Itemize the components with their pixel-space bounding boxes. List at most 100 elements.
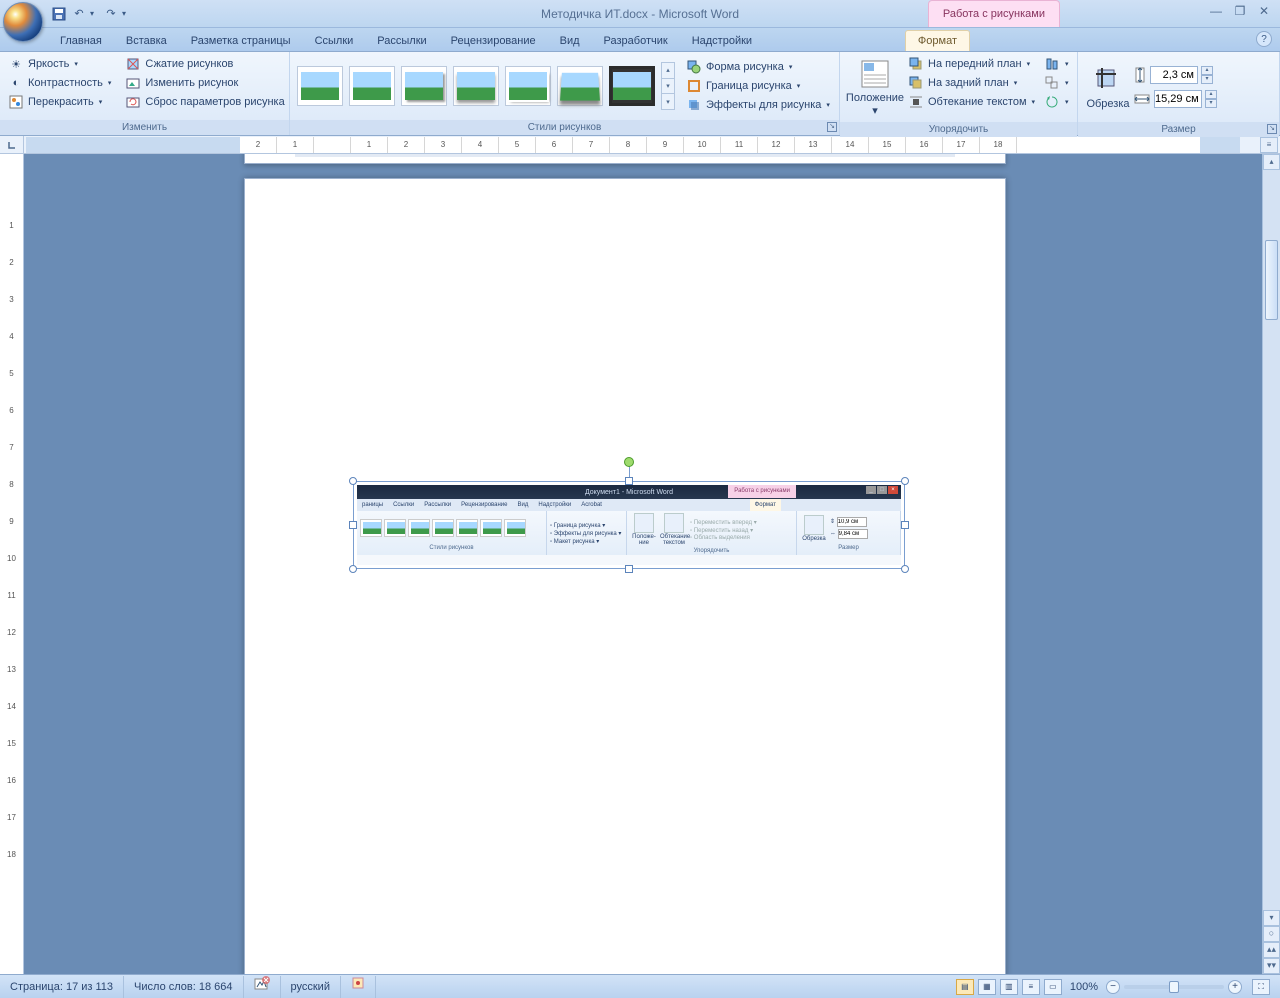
undo-dropdown-icon[interactable]: ▾ — [90, 9, 100, 18]
change-picture-button[interactable]: Изменить рисунок — [122, 74, 287, 92]
width-input[interactable] — [1154, 90, 1202, 108]
horizontal-ruler[interactable]: 21123456789101112131415161718 — [26, 137, 1240, 153]
launcher-icon[interactable]: ↘ — [827, 122, 837, 132]
office-button[interactable] — [3, 2, 43, 42]
tab-references[interactable]: Ссылки — [303, 31, 366, 51]
resize-handle-e[interactable] — [901, 521, 909, 529]
tab-format[interactable]: Формат — [905, 30, 970, 51]
reset-picture-button[interactable]: Сброс параметров рисунка — [122, 93, 287, 111]
position-button[interactable]: Положение▾ — [845, 55, 905, 119]
previous-page-edge — [244, 154, 1006, 164]
zoom-out-button[interactable]: − — [1106, 980, 1120, 994]
minimize-icon[interactable]: — — [1208, 4, 1224, 18]
tab-mailings[interactable]: Рассылки — [365, 31, 438, 51]
height-field[interactable]: ▴▾ — [1133, 66, 1217, 84]
brightness-button[interactable]: ☀Яркость▾ — [5, 55, 114, 73]
picture-effects-button[interactable]: Эффекты для рисунка▾ — [683, 96, 833, 114]
status-page[interactable]: Страница: 17 из 113 — [0, 976, 124, 998]
recolor-button[interactable]: Перекрасить▾ — [5, 93, 114, 111]
picture-border-button[interactable]: Граница рисунка▾ — [683, 77, 833, 95]
align-button[interactable]: ▾ — [1041, 55, 1072, 73]
ruler-toggle-icon[interactable]: ≡ — [1260, 137, 1278, 153]
qat-customize-icon[interactable]: ▾ — [122, 9, 132, 18]
tab-selector[interactable] — [0, 136, 24, 154]
send-back-icon — [908, 75, 924, 91]
scroll-down-icon[interactable]: ▾ — [1263, 910, 1280, 926]
style-thumb[interactable] — [297, 66, 343, 106]
selected-picture[interactable]: Документ1 - Microsoft Word Работа с рису… — [353, 481, 905, 569]
width-field[interactable]: ▴▾ — [1133, 90, 1217, 108]
rotate-button[interactable]: ▾ — [1041, 93, 1072, 111]
view-draft[interactable]: ▭ — [1044, 979, 1062, 995]
tab-view[interactable]: Вид — [548, 31, 592, 51]
scroll-track[interactable] — [1263, 170, 1280, 910]
status-proofing[interactable] — [244, 976, 281, 998]
scroll-up-icon[interactable]: ▴ — [1263, 154, 1280, 170]
gallery-up-icon[interactable]: ▴ — [662, 63, 674, 79]
status-words[interactable]: Число слов: 18 664 — [124, 976, 243, 998]
style-thumb[interactable] — [557, 66, 603, 106]
crop-button[interactable]: Обрезка — [1083, 55, 1133, 119]
styles-gallery[interactable]: ▴▾▾ — [295, 58, 677, 114]
rotation-handle[interactable] — [624, 457, 634, 467]
resize-handle-se[interactable] — [901, 565, 909, 573]
gallery-more-icon[interactable]: ▾ — [662, 94, 674, 109]
resize-handle-sw[interactable] — [349, 565, 357, 573]
next-page-icon[interactable]: ▾▾ — [1263, 958, 1280, 974]
group-button[interactable]: ▾ — [1041, 74, 1072, 92]
redo-icon[interactable]: ↷ — [102, 5, 120, 23]
tab-pagelayout[interactable]: Разметка страницы — [179, 31, 303, 51]
status-macro[interactable] — [341, 976, 376, 998]
gallery-scroll[interactable]: ▴▾▾ — [661, 62, 675, 110]
style-thumb[interactable] — [401, 66, 447, 106]
tab-addins[interactable]: Надстройки — [680, 31, 764, 51]
resize-handle-w[interactable] — [349, 521, 357, 529]
position-icon — [859, 58, 891, 90]
tab-home[interactable]: Главная — [48, 31, 114, 51]
vertical-scrollbar[interactable]: ▴ ▾ ○ ▴▴ ▾▾ — [1262, 154, 1280, 974]
zoom-fit-button[interactable]: ⛶ — [1252, 979, 1270, 995]
style-thumb[interactable] — [453, 66, 499, 106]
prev-page-icon[interactable]: ▴▴ — [1263, 942, 1280, 958]
resize-handle-ne[interactable] — [901, 477, 909, 485]
send-back-button[interactable]: На задний план▾ — [905, 74, 1038, 92]
document-viewport[interactable]: Документ1 - Microsoft Word Работа с рису… — [24, 154, 1280, 974]
view-outline[interactable]: ≡ — [1022, 979, 1040, 995]
compress-button[interactable]: Сжатие рисунков — [122, 55, 287, 73]
zoom-level[interactable]: 100% — [1070, 981, 1098, 993]
height-input[interactable] — [1150, 66, 1198, 84]
text-wrap-button[interactable]: Обтекание текстом▾ — [905, 93, 1038, 111]
resize-handle-s[interactable] — [625, 565, 633, 573]
status-language[interactable]: русский — [281, 976, 341, 998]
launcher-icon[interactable]: ↘ — [1267, 124, 1277, 134]
style-thumb[interactable] — [349, 66, 395, 106]
resize-handle-nw[interactable] — [349, 477, 357, 485]
resize-handle-n[interactable] — [625, 477, 633, 485]
help-icon[interactable]: ? — [1256, 31, 1272, 47]
save-icon[interactable] — [50, 5, 68, 23]
close-icon[interactable]: ✕ — [1256, 4, 1272, 18]
tab-insert[interactable]: Вставка — [114, 31, 179, 51]
undo-icon[interactable]: ↶ — [70, 5, 88, 23]
scroll-thumb[interactable] — [1265, 240, 1278, 320]
width-spinner[interactable]: ▴▾ — [1205, 90, 1217, 108]
bring-front-button[interactable]: На передний план▾ — [905, 55, 1038, 73]
view-full-screen[interactable]: ▦ — [978, 979, 996, 995]
view-web-layout[interactable]: ▥ — [1000, 979, 1018, 995]
tab-review[interactable]: Рецензирование — [439, 31, 548, 51]
gallery-down-icon[interactable]: ▾ — [662, 79, 674, 95]
tab-developer[interactable]: Разработчик — [592, 31, 680, 51]
zoom-in-button[interactable]: + — [1228, 980, 1242, 994]
browse-object-icon[interactable]: ○ — [1263, 926, 1280, 942]
contrast-button[interactable]: ◐Контрастность▾ — [5, 74, 114, 92]
picture-shape-button[interactable]: Форма рисунка▾ — [683, 58, 833, 76]
zoom-slider-thumb[interactable] — [1169, 981, 1179, 993]
vertical-ruler[interactable]: 123456789101112131415161718 — [0, 154, 24, 974]
style-thumb[interactable] — [505, 66, 551, 106]
view-print-layout[interactable]: ▤ — [956, 979, 974, 995]
page[interactable]: Документ1 - Microsoft Word Работа с рису… — [244, 178, 1006, 974]
style-thumb-selected[interactable] — [609, 66, 655, 106]
restore-icon[interactable]: ❐ — [1232, 4, 1248, 18]
height-spinner[interactable]: ▴▾ — [1201, 66, 1213, 84]
zoom-slider[interactable] — [1124, 985, 1224, 989]
